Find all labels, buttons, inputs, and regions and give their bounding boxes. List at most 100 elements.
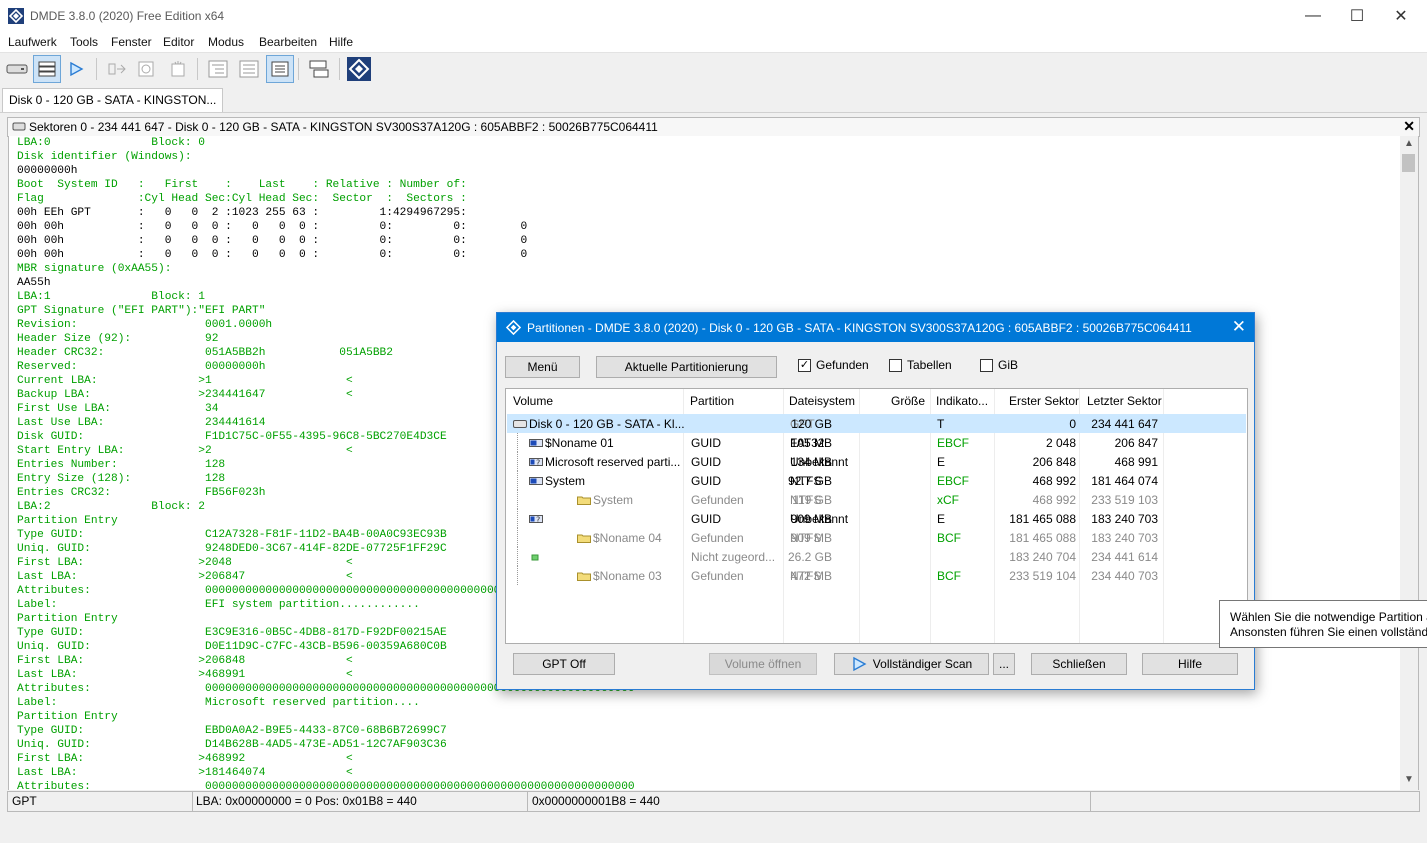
hex-line[interactable]: Uniq. GUID: D14B628B-4AD5-473E-AD51-12C7… bbox=[17, 739, 447, 751]
hex-line[interactable]: Header CRC32: 051A5BB2h 051A5BB2 bbox=[17, 347, 393, 359]
menu-editor[interactable]: Editor bbox=[163, 35, 194, 49]
hex-line[interactable]: Type GUID: E3C9E316-0B5C-4DB8-817D-F92DF… bbox=[17, 627, 447, 639]
tables-checkbox-box[interactable] bbox=[889, 358, 902, 372]
partition-row[interactable]: Nicht zugeord... 26.2 GB 183 240 704 234 44… bbox=[507, 547, 1246, 566]
drive-icon[interactable] bbox=[3, 55, 31, 83]
hex-line[interactable]: Reserved: 00000000h bbox=[17, 361, 265, 373]
menu-bearbeiten[interactable]: Bearbeiten bbox=[259, 35, 317, 49]
hex-line[interactable]: AA55h bbox=[17, 277, 51, 289]
dmde-logo-icon[interactable] bbox=[345, 55, 373, 83]
grid-view-icon[interactable] bbox=[266, 55, 294, 83]
hex-line[interactable]: LBA:0 Block: 0 bbox=[17, 137, 205, 149]
hex-line[interactable]: Uniq. GUID: 9248DED0-3C67-414F-82DE-0772… bbox=[17, 543, 447, 555]
partition-row[interactable]: System Gefunden NTFS 119 GB xCF 468 992 233 51… bbox=[507, 490, 1246, 509]
open-volume-icon[interactable] bbox=[103, 55, 131, 83]
hex-line[interactable]: Type GUID: C12A7328-F81F-11D2-BA4B-00A0C… bbox=[17, 529, 447, 541]
menu-button[interactable]: Menü bbox=[505, 356, 580, 378]
hex-line[interactable]: LBA:1 Block: 1 bbox=[17, 291, 205, 303]
hex-line[interactable]: Backup LBA: >234441647 < bbox=[17, 389, 353, 401]
magic-wand-icon[interactable] bbox=[164, 55, 192, 83]
hex-line[interactable]: Label: Microsoft reserved partition.... bbox=[17, 697, 420, 709]
close-panel-icon[interactable]: ✕ bbox=[1403, 118, 1415, 135]
hex-line[interactable]: 00h 00h : 0 0 0 : 0 0 0 : 0: 0: 0 bbox=[17, 235, 527, 247]
tables-checkbox[interactable]: Tabellen bbox=[889, 358, 952, 372]
partition-row[interactable]: System GUID NTFS 92.7 GB EBCF 468 992 181 464 … bbox=[507, 471, 1246, 490]
menu-laufwerk[interactable]: Laufwerk bbox=[8, 35, 57, 49]
hex-line[interactable]: 00h 00h : 0 0 0 : 0 0 0 : 0: 0: 0 bbox=[17, 221, 527, 233]
hex-line[interactable]: 00h 00h : 0 0 0 : 0 0 0 : 0: 0: 0 bbox=[17, 249, 527, 261]
checkmark-icon[interactable]: ✓ bbox=[798, 358, 811, 372]
hex-line[interactable]: Boot System ID : First : Last : Relative… bbox=[17, 179, 467, 191]
gib-checkbox-box[interactable] bbox=[980, 358, 993, 372]
partition-row[interactable]: Disk 0 - 120 GB - SATA - Kl... GPT 120 GB T… bbox=[507, 414, 1246, 433]
hex-line[interactable]: First LBA: >2048 < bbox=[17, 557, 353, 569]
list-view-icon[interactable] bbox=[235, 55, 263, 83]
col-partition[interactable]: Partition bbox=[690, 394, 734, 408]
maximize-button[interactable]: ☐ bbox=[1334, 0, 1380, 32]
close-window-button[interactable]: ✕ bbox=[1378, 0, 1424, 32]
hex-line[interactable]: Disk GUID: F1D1C75C-0F55-4395-96C8-5BC27… bbox=[17, 431, 447, 443]
hex-line[interactable]: 00000000h bbox=[17, 165, 77, 177]
hex-line[interactable]: Last Use LBA: 234441614 bbox=[17, 417, 265, 429]
close-dialog-icon[interactable]: ✕ bbox=[1232, 317, 1246, 337]
hex-line[interactable]: Uniq. GUID: D0E11D9C-C7FC-43CB-B596-0035… bbox=[17, 641, 447, 653]
hex-line[interactable]: Header Size (92): 92 bbox=[17, 333, 218, 345]
hex-line[interactable]: Label: EFI system partition............ bbox=[17, 599, 420, 611]
vertical-scrollbar[interactable]: ▲ ▼ bbox=[1400, 136, 1419, 790]
menu-tools[interactable]: Tools bbox=[70, 35, 98, 49]
window-layout-icon[interactable] bbox=[305, 55, 333, 83]
hex-line[interactable]: Flag :Cyl Head Sec:Cyl Head Sec: Sector … bbox=[17, 193, 467, 205]
hex-line[interactable]: Partition Entry bbox=[17, 711, 118, 723]
partition-row[interactable]: $Noname 01 GUID FAT32 105 MB EBCF 2 048 206 84… bbox=[507, 433, 1246, 452]
col-last-sector[interactable]: Letzter Sektor bbox=[1087, 394, 1162, 408]
hex-line[interactable]: Disk identifier (Windows): bbox=[17, 151, 192, 163]
hex-line[interactable]: Revision: 0001.0000h bbox=[17, 319, 272, 331]
partition-row[interactable]: $Noname 03 Gefunden NTFS 472 MB BCF 233 519 1… bbox=[507, 566, 1246, 585]
hex-line[interactable]: Partition Entry bbox=[17, 613, 118, 625]
col-filesystem[interactable]: Dateisystem bbox=[789, 394, 855, 408]
minimize-button[interactable]: — bbox=[1290, 0, 1336, 32]
hex-line[interactable]: Type GUID: EBD0A0A2-B9E5-4433-87C0-68B6B… bbox=[17, 725, 447, 737]
hex-line[interactable]: First LBA: >468992 < bbox=[17, 753, 353, 765]
col-volume[interactable]: Volume bbox=[513, 394, 553, 408]
scroll-up-icon[interactable]: ▲ bbox=[1404, 138, 1414, 149]
hex-line[interactable]: MBR signature (0xAA55): bbox=[17, 263, 171, 275]
menu-hilfe[interactable]: Hilfe bbox=[329, 35, 353, 49]
play-scan-icon[interactable] bbox=[62, 55, 90, 83]
hex-line[interactable]: LBA:2 Block: 2 bbox=[17, 501, 205, 513]
partition-row[interactable]: ? Microsoft reserved parti... GUID Unbekann… bbox=[507, 452, 1246, 471]
partition-row[interactable]: $Noname 04 Gefunden NTFS 909 MB BCF 181 465 0… bbox=[507, 528, 1246, 547]
hex-line[interactable]: Attributes: 0000000000000000000000000000… bbox=[17, 781, 635, 790]
full-scan-button[interactable]: Vollständiger Scan bbox=[834, 653, 989, 675]
hex-line[interactable]: Entries CRC32: FB56F023h bbox=[17, 487, 265, 499]
hex-line[interactable]: Start Entry LBA: >2 < bbox=[17, 445, 353, 457]
help-button[interactable]: Hilfe bbox=[1142, 653, 1238, 675]
tree-view-icon[interactable] bbox=[204, 55, 232, 83]
hex-line[interactable]: Last LBA: >181464074 < bbox=[17, 767, 353, 779]
hex-line[interactable]: Last LBA: >468991 < bbox=[17, 669, 353, 681]
found-checkbox[interactable]: ✓ Gefunden bbox=[798, 358, 869, 372]
hex-line[interactable]: Last LBA: >206847 < bbox=[17, 571, 353, 583]
close-button[interactable]: Schließen bbox=[1031, 653, 1127, 675]
gpt-off-button[interactable]: GPT Off bbox=[513, 653, 615, 675]
hex-line[interactable]: Entries Number: 128 bbox=[17, 459, 225, 471]
more-button[interactable]: ... bbox=[993, 653, 1015, 675]
menu-fenster[interactable]: Fenster bbox=[111, 35, 152, 49]
hex-line[interactable]: First Use LBA: 34 bbox=[17, 403, 218, 415]
tab-disk-0[interactable]: Disk 0 - 120 GB - SATA - KINGSTON... bbox=[2, 88, 224, 112]
col-first-sector[interactable]: Erster Sektor bbox=[1009, 394, 1079, 408]
scroll-down-icon[interactable]: ▼ bbox=[1404, 774, 1414, 785]
hex-line[interactable]: First LBA: >206848 < bbox=[17, 655, 353, 667]
partitions-table[interactable]: Volume Partition Dateisystem Größe Indik… bbox=[505, 388, 1248, 644]
current-partitioning-button[interactable]: Aktuelle Partitionierung bbox=[596, 356, 777, 378]
menu-modus[interactable]: Modus bbox=[208, 35, 244, 49]
find-icon[interactable] bbox=[133, 55, 161, 83]
hex-line[interactable]: Current LBA: >1 < bbox=[17, 375, 353, 387]
col-indicators[interactable]: Indikato... bbox=[936, 394, 988, 408]
col-size[interactable]: Größe bbox=[891, 394, 925, 408]
hex-line[interactable]: 00h EEh GPT : 0 0 2 :1023 255 63 : 1:429… bbox=[17, 207, 467, 219]
gib-checkbox[interactable]: GiB bbox=[980, 358, 1018, 372]
hex-line[interactable]: GPT Signature ("EFI PART"):"EFI PART" bbox=[17, 305, 265, 317]
open-volume-button[interactable]: Volume öffnen bbox=[709, 653, 817, 675]
hex-line[interactable]: Entry Size (128): 128 bbox=[17, 473, 225, 485]
